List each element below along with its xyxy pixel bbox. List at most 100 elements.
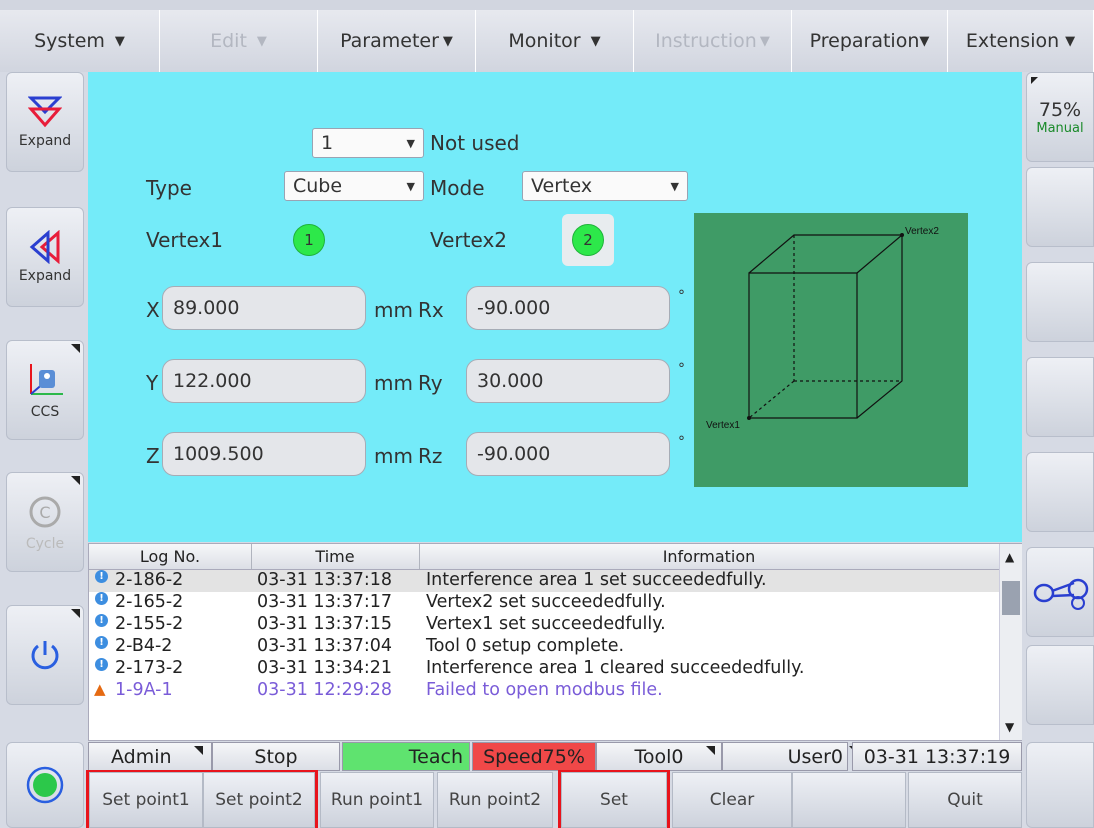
empty-button[interactable]: [792, 772, 906, 828]
menu-parameter[interactable]: Parameter ▼: [318, 10, 476, 72]
expand-top-button[interactable]: Expand: [6, 72, 84, 172]
user-status-label: Admin: [111, 745, 172, 768]
chevron-down-icon: ▼: [590, 33, 601, 49]
log-header-info[interactable]: Information: [419, 544, 999, 569]
x-field[interactable]: 89.000: [162, 286, 366, 330]
log-row-no: 2-B4-2: [115, 636, 173, 656]
tool-status[interactable]: Tool0: [596, 742, 722, 771]
area-number-value: 1: [321, 132, 334, 154]
expand-left-icon: [29, 230, 60, 264]
diagram-vertex2-label: Vertex2: [905, 226, 939, 237]
menu-preparation-label: Preparation: [809, 30, 920, 52]
log-header: Log No. Time Information: [89, 544, 999, 570]
y-field[interactable]: 122.000: [162, 359, 366, 403]
y-unit: mm: [374, 371, 413, 395]
run-state-status: Stop: [212, 742, 340, 771]
log-row[interactable]: ! 2-173-2 03-31 13:34:21 Interference ar…: [89, 658, 999, 680]
side-button-2[interactable]: [1026, 167, 1094, 247]
dropdown-corner-icon: [1031, 77, 1038, 84]
dropdown-corner-icon: [71, 476, 80, 485]
menu-edit-label: Edit: [210, 30, 247, 52]
scroll-down-icon[interactable]: ▼: [1005, 720, 1014, 734]
dropdown-corner-icon: [194, 746, 203, 755]
menu-edit[interactable]: Edit ▼: [160, 10, 318, 72]
expand-left-button[interactable]: Expand: [6, 207, 84, 307]
area-number-select[interactable]: 1 ▼: [312, 128, 424, 158]
log-row-info: Vertex1 set succeededfully.: [426, 614, 666, 634]
y-value: 122.000: [173, 370, 252, 392]
rz-value: -90.000: [477, 443, 551, 465]
teach-mode-status: Teach: [342, 742, 470, 771]
log-scrollbar[interactable]: ▲ ▼: [999, 544, 1022, 740]
speed-mode-button[interactable]: 75% Manual: [1026, 72, 1094, 162]
vertex2-button[interactable]: 2: [572, 224, 604, 256]
scroll-thumb[interactable]: [1002, 581, 1020, 615]
menu-monitor-label: Monitor: [508, 30, 581, 52]
log-header-time-label: Time: [315, 547, 355, 566]
ry-field[interactable]: 30.000: [466, 359, 670, 403]
user-frame-label: User0: [787, 745, 843, 768]
svg-text:C: C: [39, 503, 50, 522]
speed-override-value: 75%: [1038, 98, 1082, 121]
set-point1-button[interactable]: Set point1: [89, 772, 203, 828]
ccs-label: CCS: [30, 404, 60, 420]
set-button[interactable]: Set: [561, 772, 667, 828]
datetime-status: 03-31 13:37:19: [852, 742, 1022, 771]
side-button-4[interactable]: [1026, 357, 1094, 437]
cycle-button[interactable]: C Cycle: [6, 472, 84, 572]
menu-system[interactable]: System ▼: [0, 10, 160, 72]
servo-status-button[interactable]: [6, 742, 84, 828]
chevron-down-icon: ▼: [759, 33, 770, 49]
quit-button[interactable]: Quit: [908, 772, 1022, 828]
robot-jog-button[interactable]: [1026, 547, 1094, 637]
side-button-7[interactable]: [1026, 645, 1094, 725]
coordinate-system-icon: [30, 364, 63, 395]
chevron-down-icon: ▼: [1065, 33, 1076, 49]
z-unit: mm: [374, 444, 413, 468]
log-row-no: 2-186-2: [115, 570, 184, 590]
rz-unit: °: [678, 434, 685, 450]
menu-monitor[interactable]: Monitor ▼: [476, 10, 634, 72]
quit-label: Quit: [947, 790, 983, 810]
log-row[interactable]: ▲ 1-9A-1 03-31 12:29:28 Failed to open m…: [89, 680, 999, 702]
user-frame-status[interactable]: User0: [722, 742, 858, 771]
log-row-info: Interference area 1 set succeededfully.: [426, 570, 767, 590]
log-row[interactable]: ! 2-B4-2 03-31 13:37:04 Tool 0 setup com…: [89, 636, 999, 658]
log-header-no[interactable]: Log No.: [89, 544, 252, 569]
ccs-button[interactable]: CCS: [6, 340, 84, 440]
speed-status-label: Speed75%: [483, 745, 585, 768]
type-select[interactable]: Cube ▼: [284, 171, 424, 201]
log-row[interactable]: ! 2-165-2 03-31 13:37:17 Vertex2 set suc…: [89, 592, 999, 614]
rz-field[interactable]: -90.000: [466, 432, 670, 476]
mode-select[interactable]: Vertex ▼: [522, 171, 688, 201]
cube-diagram: Vertex2 Vertex1: [694, 213, 968, 487]
scroll-up-icon[interactable]: ▲: [1005, 550, 1014, 564]
menu-preparation[interactable]: Preparation ▼: [792, 10, 948, 72]
tool-status-label: Tool0: [634, 745, 684, 768]
set-point2-button[interactable]: Set point2: [203, 772, 315, 828]
log-header-time[interactable]: Time: [251, 544, 420, 569]
side-button-3[interactable]: [1026, 262, 1094, 342]
rx-value: -90.000: [477, 297, 551, 319]
type-label: Type: [146, 176, 192, 200]
menu-extension[interactable]: Extension ▼: [948, 10, 1094, 72]
clear-button[interactable]: Clear: [672, 772, 792, 828]
rx-field[interactable]: -90.000: [466, 286, 670, 330]
run-point1-button[interactable]: Run point1: [320, 772, 434, 828]
side-button-8[interactable]: [1026, 742, 1094, 828]
rx-unit: °: [678, 288, 685, 304]
log-row[interactable]: ! 2-155-2 03-31 13:37:15 Vertex1 set suc…: [89, 614, 999, 636]
z-field[interactable]: 1009.500: [162, 432, 366, 476]
side-button-5[interactable]: [1026, 452, 1094, 532]
log-row[interactable]: ! 2-186-2 03-31 13:37:18 Interference ar…: [89, 570, 999, 592]
power-button[interactable]: [6, 605, 84, 705]
menu-instruction[interactable]: Instruction ▼: [634, 10, 792, 72]
run-point2-button[interactable]: Run point2: [437, 772, 553, 828]
x-unit: mm: [374, 298, 413, 322]
user-status[interactable]: Admin: [88, 742, 212, 771]
ry-value: 30.000: [477, 370, 544, 392]
diagram-vertex1-label: Vertex1: [706, 420, 740, 431]
dropdown-corner-icon: [706, 746, 715, 755]
cycle-icon: C: [29, 496, 61, 528]
vertex1-button[interactable]: 1: [293, 224, 325, 256]
